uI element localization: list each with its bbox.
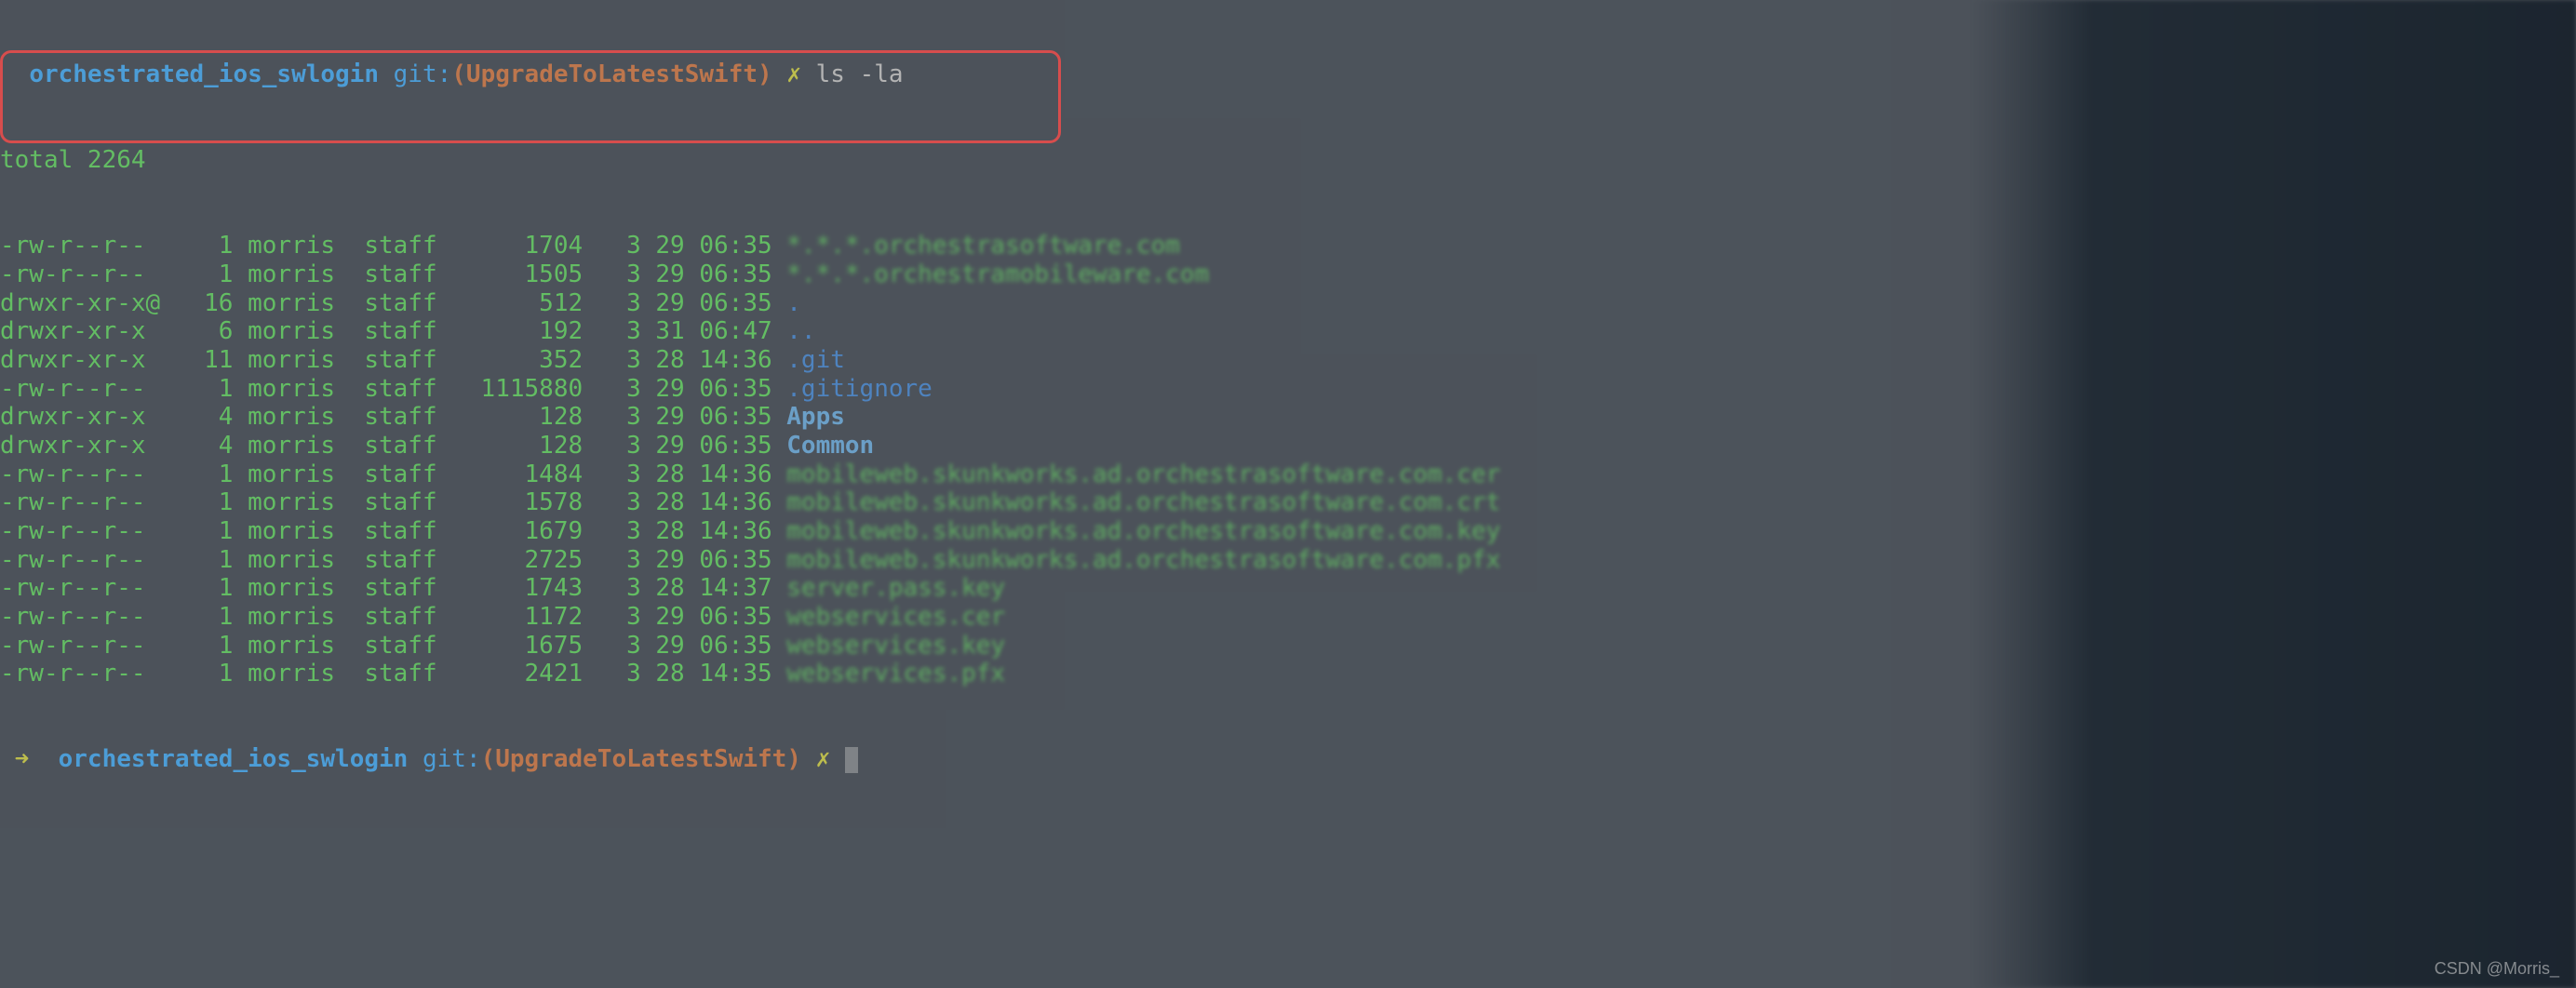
total-line: total 2264 (0, 146, 2576, 175)
file-name: mobileweb.skunkworks.ad.orchestrasoftwar… (786, 488, 1500, 516)
terminal-output[interactable]: orchestrated_ios_swlogin git:(UpgradeToL… (0, 0, 2576, 803)
list-item: drwxr-xr-x 4 morris staff 128 3 29 06:35… (0, 403, 2576, 432)
cursor-icon (845, 747, 858, 773)
list-item: -rw-r--r-- 1 morris staff 1679 3 28 14:3… (0, 517, 2576, 546)
command-text: ls -la (816, 60, 904, 88)
prompt-dirty-icon-2: ✗ (816, 745, 831, 773)
prompt-branch-2: (UpgradeToLatestSwift) (481, 745, 801, 773)
watermark-text: CSDN @Morris_ (2435, 959, 2559, 979)
list-item: -rw-r--r-- 1 morris staff 1675 3 29 06:3… (0, 632, 2576, 661)
file-name: *.*.*.orchestramobileware.com (786, 260, 1209, 288)
list-item: -rw-r--r-- 1 morris staff 1743 3 28 14:3… (0, 574, 2576, 603)
list-item: -rw-r--r-- 1 morris staff 1505 3 29 06:3… (0, 260, 2576, 289)
list-item: -rw-r--r-- 1 morris staff 1578 3 28 14:3… (0, 488, 2576, 517)
prompt-git-label: git: (394, 60, 452, 88)
list-item: -rw-r--r-- 1 morris staff 2421 3 28 14:3… (0, 660, 2576, 688)
prompt-git-label-2: git: (423, 745, 481, 773)
file-name: webservices.cer (786, 603, 1005, 631)
file-name: *.*.*.orchestrasoftware.com (786, 232, 1180, 260)
file-name: webservices.pfx (786, 660, 1005, 688)
file-name: mobileweb.skunkworks.ad.orchestrasoftwar… (786, 517, 1500, 545)
list-item: -rw-r--r-- 1 morris staff 1484 3 28 14:3… (0, 461, 2576, 489)
prompt-arrow-icon: ➜ (15, 745, 30, 773)
list-item: -rw-r--r-- 1 morris staff 1704 3 29 06:3… (0, 232, 2576, 260)
file-name: Common (786, 432, 874, 460)
file-name: server.pass.key (786, 574, 1005, 602)
list-item: drwxr-xr-x 6 morris staff 192 3 31 06:47… (0, 317, 2576, 346)
file-listing: -rw-r--r-- 1 morris staff 1704 3 29 06:3… (0, 232, 2576, 688)
list-item: drwxr-xr-x 4 morris staff 128 3 29 06:35… (0, 432, 2576, 461)
list-item: -rw-r--r-- 1 morris staff 2725 3 29 06:3… (0, 546, 2576, 575)
file-name: . (786, 289, 801, 317)
prompt-branch: (UpgradeToLatestSwift) (451, 60, 771, 88)
file-name: mobileweb.skunkworks.ad.orchestrasoftwar… (786, 546, 1500, 574)
prompt-line-1: orchestrated_ios_swlogin git:(UpgradeToL… (0, 60, 2576, 89)
prompt-dir: orchestrated_ios_swlogin (29, 60, 379, 88)
list-item: drwxr-xr-x 11 morris staff 352 3 28 14:3… (0, 346, 2576, 375)
list-item: drwxr-xr-x@ 16 morris staff 512 3 29 06:… (0, 289, 2576, 318)
prompt-dirty-icon: ✗ (786, 60, 801, 88)
file-name: .. (786, 317, 815, 345)
list-item: -rw-r--r-- 1 morris staff 1115880 3 29 0… (0, 375, 2576, 404)
list-item: -rw-r--r-- 1 morris staff 1172 3 29 06:3… (0, 603, 2576, 632)
file-name: webservices.key (786, 632, 1005, 660)
prompt-dir-2: orchestrated_ios_swlogin (59, 745, 409, 773)
file-name: .git (786, 346, 845, 374)
file-name: .gitignore (786, 375, 932, 403)
file-name: mobileweb.skunkworks.ad.orchestrasoftwar… (786, 461, 1500, 488)
file-name: Apps (786, 403, 845, 431)
prompt-line-2[interactable]: ➜ orchestrated_ios_swlogin git:(UpgradeT… (0, 745, 2576, 774)
